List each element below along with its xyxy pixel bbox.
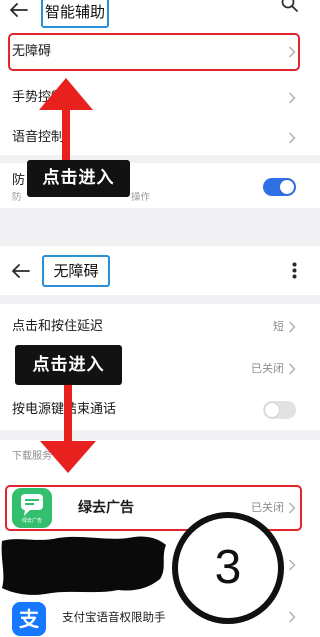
step-number: 3	[214, 541, 242, 594]
toggle-knob	[265, 403, 279, 417]
list-item-label: 点击和按住延迟	[12, 319, 104, 334]
red-highlight-box	[8, 33, 300, 71]
step-number-badge: 3	[172, 512, 284, 624]
page-title: 智能辅助	[44, 3, 105, 21]
search-icon[interactable]	[281, 0, 298, 12]
alipay-icon: 支	[12, 602, 46, 636]
list-item-label: 手势控制	[12, 90, 65, 105]
list-item-touch-delay[interactable]: 点击和按住延迟 短	[0, 306, 320, 348]
alipay-icon-glyph: 支	[19, 607, 39, 631]
title-highlight-box: 无障碍	[42, 255, 110, 287]
chevron-right-icon	[288, 132, 296, 144]
list-item-label: 按电源键结束通话	[12, 402, 117, 417]
section-header: 下载服务	[12, 451, 52, 462]
list-item-label: 防	[12, 173, 26, 188]
arrow-left-icon[interactable]	[11, 264, 30, 278]
callout-label: 点击进入	[15, 345, 122, 385]
chevron-right-icon	[288, 559, 296, 571]
list-item-value: 短	[273, 320, 284, 333]
title-highlight-box: 智能辅助	[41, 0, 109, 28]
list-item-value: 已关闭	[251, 362, 284, 375]
screen-divider	[0, 208, 320, 246]
tutorial-composite: 智能辅助 无障碍 手势控制 语音控制 防 防 操作 无障碍 点击和按住延迟 短 …	[0, 0, 320, 637]
app-name: 支付宝语音权限助手	[62, 610, 166, 624]
list-item-label: 语音控制	[12, 130, 65, 145]
list-item-summary: 防	[12, 192, 22, 203]
chevron-right-icon	[288, 611, 296, 623]
arrow-left-icon[interactable]	[9, 3, 28, 17]
chevron-right-icon	[288, 92, 296, 104]
toggle-knob	[280, 180, 294, 194]
chevron-right-icon	[288, 321, 296, 333]
list-item-gesture-control[interactable]: 手势控制	[0, 80, 320, 116]
list-item-app[interactable]: 支 支付宝语音权限助手	[0, 598, 320, 637]
toggle-switch[interactable]	[263, 401, 296, 419]
section-divider	[0, 430, 320, 440]
redaction-scribble	[0, 534, 168, 597]
callout-label: 点击进入	[27, 160, 130, 197]
more-vertical-icon[interactable]	[292, 262, 297, 279]
chevron-right-icon	[288, 363, 296, 375]
list-item-power-button-end-call[interactable]: 按电源键结束通话	[0, 390, 320, 430]
list-item-summary: 操作	[131, 192, 151, 203]
list-item-voice-control[interactable]: 语音控制	[0, 120, 320, 156]
toggle-switch[interactable]	[263, 178, 296, 196]
page-title: 无障碍	[53, 262, 99, 280]
section-divider	[0, 295, 320, 304]
